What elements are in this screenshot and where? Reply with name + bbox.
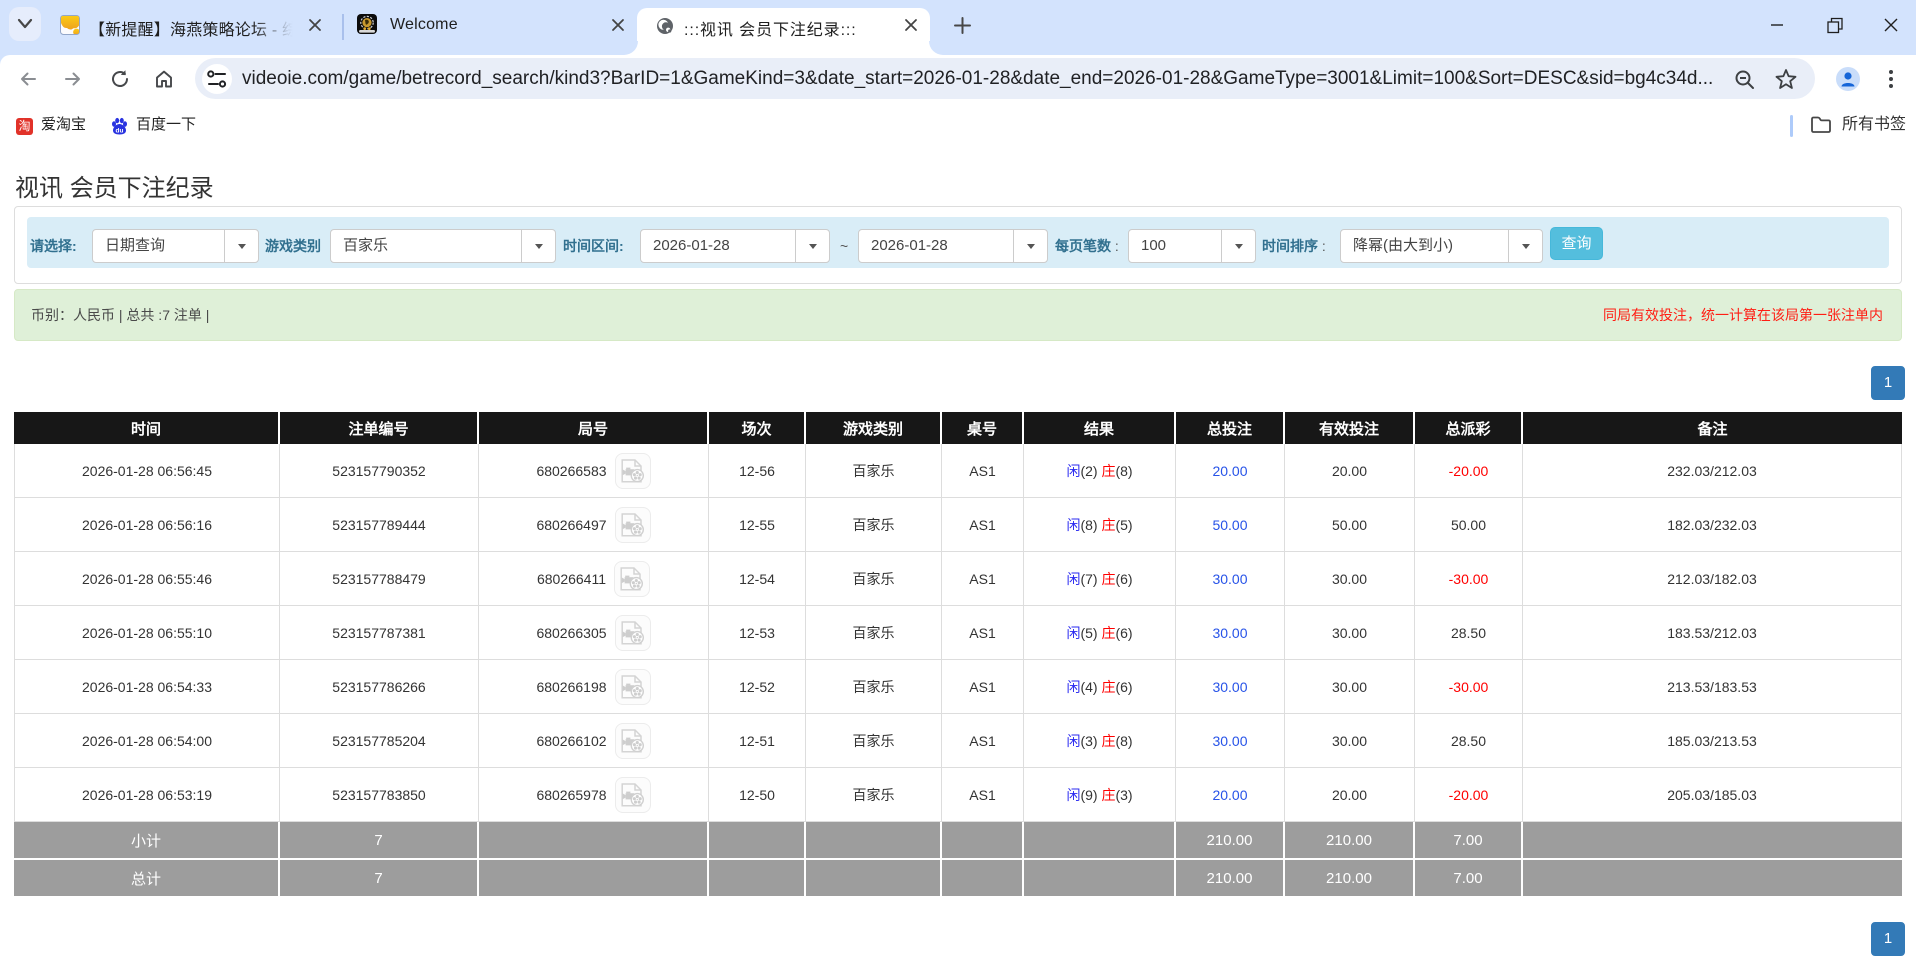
svg-text:du: du	[116, 127, 124, 134]
